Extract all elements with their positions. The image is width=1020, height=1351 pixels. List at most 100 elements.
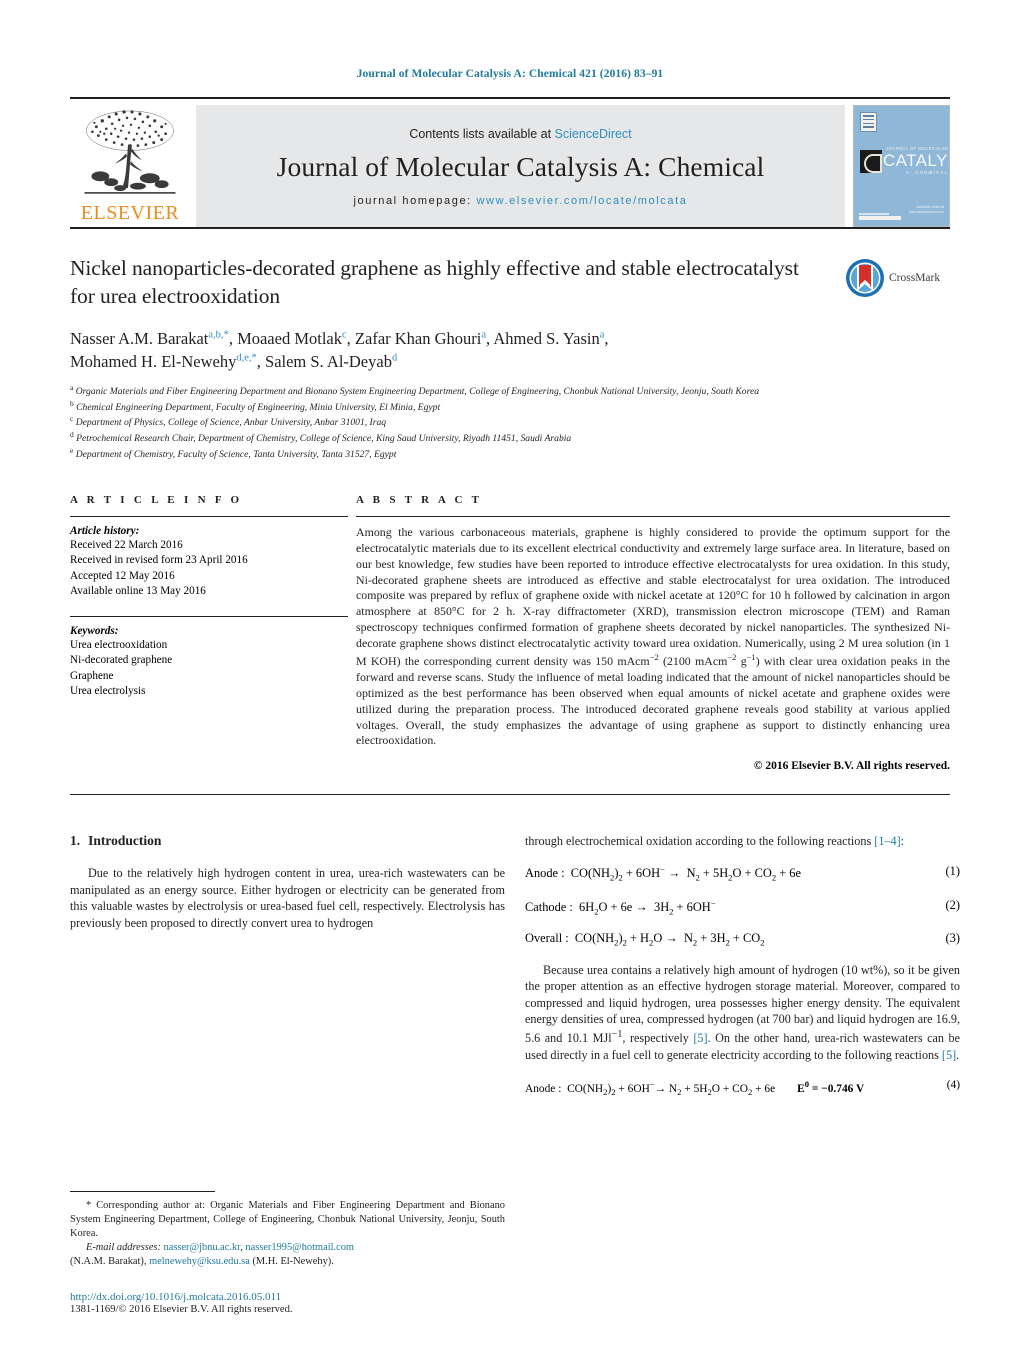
affiliation-mark: b <box>70 398 74 408</box>
article-history-label: Article history: <box>70 524 140 537</box>
author-marks: c <box>342 329 347 341</box>
contents-available-line: Contents lists available at ScienceDirec… <box>409 127 631 141</box>
equation-number: (1) <box>945 863 960 878</box>
affiliation-text: Organic Materials and Fiber Engineering … <box>75 386 760 398</box>
affiliation-item: b Chemical Engineering Department, Facul… <box>70 399 950 415</box>
affiliation-item: c Department of Physics, College of Scie… <box>70 414 950 430</box>
keywords-label: Keywords: <box>70 624 119 637</box>
article-info-heading: A R T I C L E I N F O <box>70 493 243 506</box>
body-columns: 1. Introduction Due to the relatively hig… <box>70 833 960 1098</box>
abstract-text: Among the various carbonaceous materials… <box>356 525 950 749</box>
affiliation-item: e Department of Chemistry, Faculty of Sc… <box>70 446 950 462</box>
author-name: Nasser A.M. Barakat <box>70 329 209 349</box>
cover-line-big: CATALYSIS <box>883 151 949 170</box>
body-column-right: through electrochemical oxidation accord… <box>525 833 960 1098</box>
email-link[interactable]: nasser1995@hotmail.com <box>245 1242 354 1253</box>
abstract-copyright: © 2016 Elsevier B.V. All rights reserved… <box>753 760 950 773</box>
banner-bottom-rule <box>70 227 950 229</box>
divider <box>356 515 950 517</box>
sciencedirect-link[interactable]: ScienceDirect <box>555 127 632 141</box>
journal-banner: ELSEVIER Contents lists available at Sci… <box>70 97 950 227</box>
section-divider <box>70 794 950 796</box>
affiliation-text: Chemical Engineering Department, Faculty… <box>76 401 441 413</box>
cover-logo-mark <box>860 150 882 173</box>
equation-number: (4) <box>946 1079 960 1092</box>
history-item: Received 22 March 2016 <box>70 538 183 551</box>
right-para-part: through electrochemical oxidation accord… <box>525 834 875 849</box>
equation-label: Overall : <box>525 931 569 946</box>
affiliation-text: Petrochemical Research Chair, Department… <box>76 433 572 445</box>
cover-line-sub: A: CHEMICAL <box>906 170 949 175</box>
equation-label: Anode : <box>525 866 565 881</box>
section-number: 1. <box>70 833 81 849</box>
abstract-part: g <box>736 653 747 668</box>
citation-ref[interactable]: [5] <box>693 1031 707 1045</box>
citation-ref[interactable]: [1–4] <box>874 834 900 848</box>
author-name: Zafar Khan Ghouri <box>354 329 482 349</box>
author-name: Moaaed Motlak <box>237 329 342 349</box>
journal-homepage-line: journal homepage: www.elsevier.com/locat… <box>354 195 688 207</box>
author-marks: a <box>599 329 605 341</box>
equation-4: Anode : CO(NH2)2 + 6OH−→ N2 + 5H2O + CO2… <box>525 1079 960 1098</box>
potential-superscript: 0 <box>804 1079 810 1090</box>
journal-cover-thumbnail[interactable]: JOURNAL OF MOLECULAR CATALYSIS A: CHEMIC… <box>853 105 950 227</box>
right-para-superscript: −1 <box>611 1029 623 1041</box>
journal-title: Journal of Molecular Catalysis A: Chemic… <box>276 151 765 182</box>
author-marks: a <box>481 329 487 341</box>
email-owner: (N.A.M. Barakat), <box>70 1256 147 1268</box>
elsevier-wordmark: ELSEVIER <box>80 202 180 224</box>
email-label: E-mail addresses: <box>86 1242 161 1254</box>
keyword-item: Graphene <box>70 669 114 682</box>
section-title: Introduction <box>88 833 162 849</box>
abstract-part: (2100 mAcm <box>658 653 728 668</box>
affiliation-item: d Petrochemical Research Chair, Departme… <box>70 430 950 446</box>
cover-bar-secondary <box>859 212 889 215</box>
footnote-rule <box>70 1191 215 1193</box>
crossmark-badge[interactable]: CrossMark <box>845 257 950 299</box>
email-owner: (M.H. El-Newehy). <box>252 1256 334 1268</box>
page-title: Nickel nanoparticles-decorated graphene … <box>70 256 799 308</box>
history-item: Accepted 12 May 2016 <box>70 569 175 582</box>
keyword-item: Ni-decorated graphene <box>70 654 173 667</box>
email-addresses-note: E-mail addresses: nasser@jbnu.ac.kr, nas… <box>86 1242 354 1254</box>
history-item: Available online 13 May 2016 <box>70 585 206 598</box>
email-names-note: (N.A.M. Barakat), melnewehy@ksu.edu.sa (… <box>70 1255 505 1269</box>
right-paragraph-2: Because urea contains a relatively high … <box>525 962 960 1064</box>
affiliation-list: a Organic Materials and Fiber Engineerin… <box>70 383 950 462</box>
divider <box>70 615 348 617</box>
cover-bar-primary <box>859 216 901 220</box>
citation-ref[interactable]: [5] <box>942 1048 956 1062</box>
article-info-column: A R T I C L E I N F O Article history: R… <box>70 494 348 772</box>
author-marks: a,b,* <box>208 329 229 341</box>
keywords-block: Keywords: Urea electrooxidation Ni-decor… <box>70 615 348 700</box>
intro-paragraph: Due to the relatively high hydrogen cont… <box>70 866 505 931</box>
author-marks: d,e,* <box>236 352 257 364</box>
info-abstract-section: A R T I C L E I N F O Article history: R… <box>70 494 950 772</box>
affiliation-mark: d <box>70 430 74 440</box>
equation-1: Anode : CO(NH2)2 + 6OH− → N2 + 5H2O + CO… <box>525 863 960 883</box>
email-link[interactable]: nasser@jbnu.ac.kr <box>164 1242 241 1253</box>
equation-2: Cathode : 6H2O + 6e → 3H2 + 6OH− (2) <box>525 897 960 917</box>
right-para-part: . <box>956 1047 960 1062</box>
right-paragraph-continued: through electrochemical oxidation accord… <box>525 833 960 850</box>
doi-link[interactable]: http://dx.doi.org/10.1016/j.molcata.2016… <box>70 1291 505 1303</box>
keyword-item: Urea electrooxidation <box>70 638 168 651</box>
equation-number: (2) <box>945 897 960 912</box>
cover-footer-text: Available online at www.sciencedirect.co… <box>908 204 944 214</box>
elsevier-logo: ELSEVIER <box>70 105 190 227</box>
issn-copyright: 1381-1169/© 2016 Elsevier B.V. All right… <box>70 1304 293 1315</box>
affiliation-mark: c <box>70 414 74 424</box>
affiliation-mark: a <box>70 382 74 392</box>
cover-corner-badge <box>860 112 877 132</box>
email-link[interactable]: melnewehy@ksu.edu.sa <box>149 1256 250 1267</box>
right-para-part: : <box>900 834 905 849</box>
author-list: Nasser A.M. Barakata,b,*, Moaaed Motlakc… <box>70 329 609 372</box>
divider <box>70 515 348 517</box>
homepage-prefix: journal homepage: <box>353 195 477 207</box>
homepage-url-link[interactable]: www.elsevier.com/locate/molcata <box>476 195 687 207</box>
affiliation-mark: e <box>70 446 74 456</box>
affiliation-text: Department of Physics, College of Scienc… <box>75 417 387 429</box>
equation-label: Anode : <box>525 1083 562 1096</box>
potential-value: = −0.746 V <box>811 1083 865 1096</box>
abstract-heading: A B S T R A C T <box>356 493 483 506</box>
